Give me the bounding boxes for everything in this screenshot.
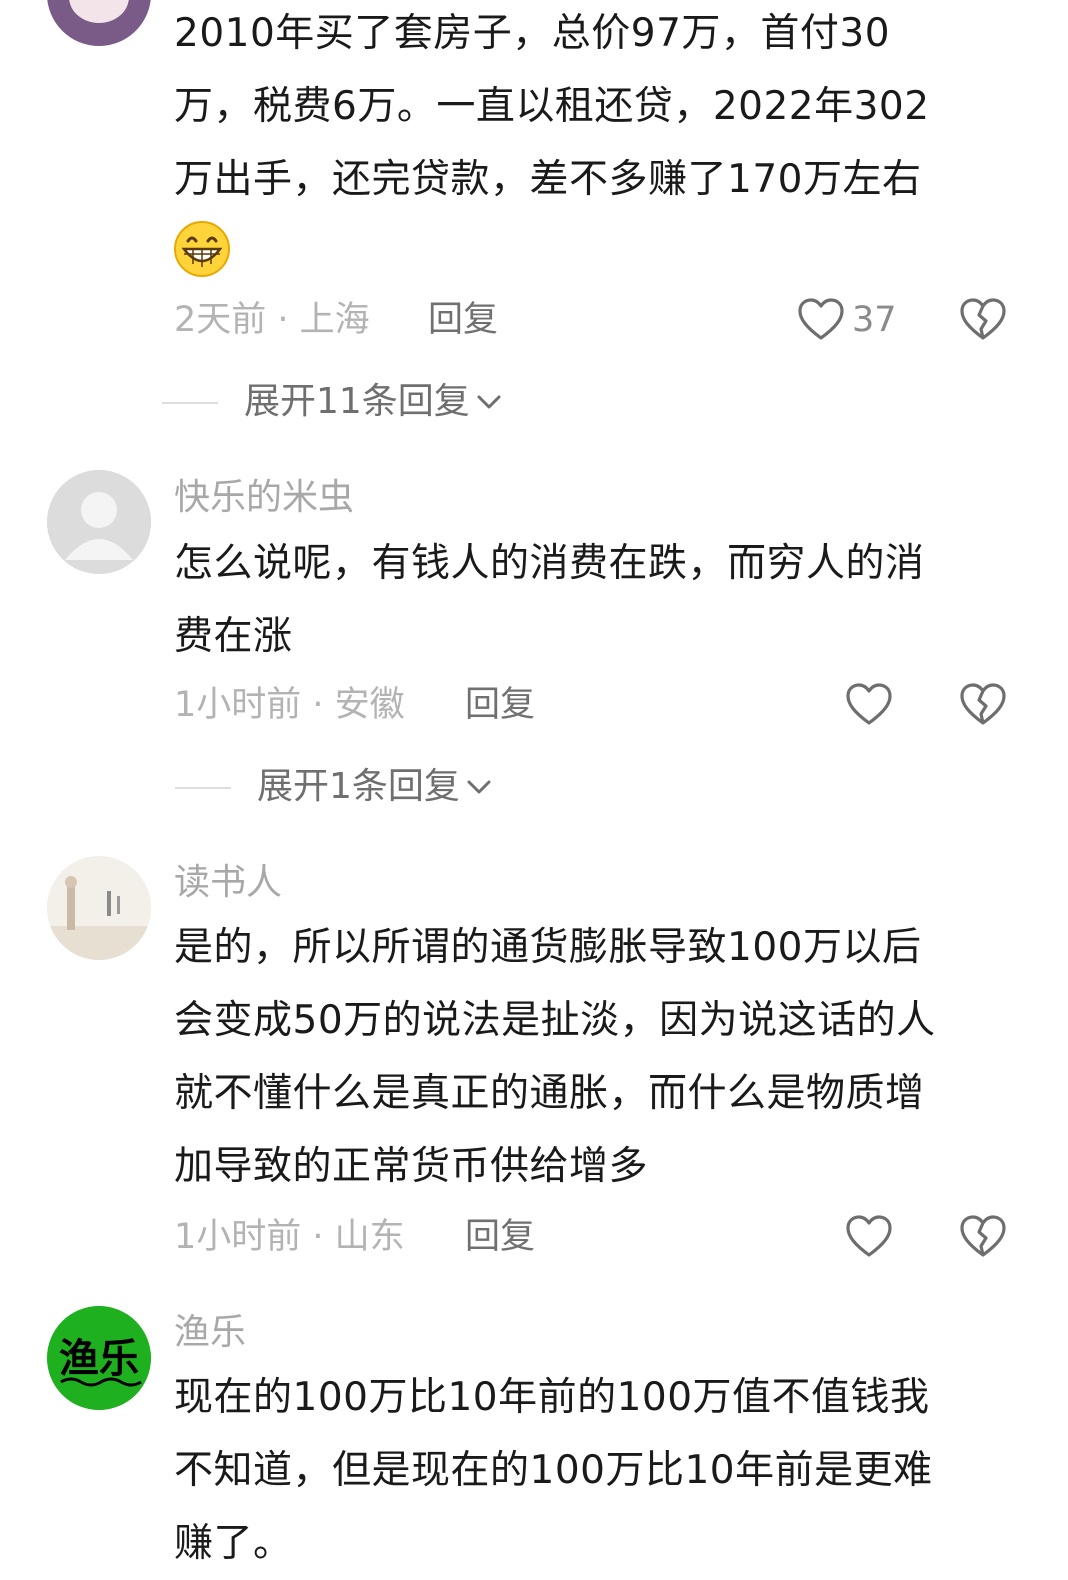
heart-outline-icon[interactable]: [796, 295, 846, 345]
expand-replies-button[interactable]: 展开11条回复: [244, 380, 504, 424]
comment-line: 万，税费6万。一直以租还贷，2022年302: [174, 84, 930, 129]
broken-heart-icon[interactable]: [958, 680, 1008, 730]
comment-text: 是的，所以所谓的通货膨胀导致100万以后 会变成50万的说法是扯淡，因为说这话的…: [174, 911, 1024, 1203]
avatar[interactable]: [47, 470, 151, 574]
comment-meta: 1小时前 · 山东: [174, 1217, 405, 1257]
like-count: 37: [852, 300, 897, 340]
comment-line: 不知道，但是现在的100万比10年前是更难: [174, 1448, 933, 1493]
divider: [162, 402, 218, 404]
comment-line: 加导致的正常货币供给增多: [174, 1144, 649, 1189]
comment-meta: 1小时前 · 安徽: [174, 685, 405, 725]
username[interactable]: 读书人: [174, 861, 282, 905]
avatar-logo: 渔乐: [47, 1306, 151, 1410]
grinning-emoji-icon: [174, 221, 230, 277]
default-user-icon: [47, 470, 151, 574]
reply-button[interactable]: 回复: [465, 683, 535, 727]
comment-line: 2010年买了套房子，总价97万，首付30: [174, 11, 891, 56]
reply-button[interactable]: 回复: [465, 1215, 535, 1259]
comment-meta: 2天前 · 上海: [174, 300, 370, 340]
comment-text: 怎么说呢，有钱人的消费在跌，而穷人的消 费在涨: [174, 527, 1024, 673]
avatar-logo-text: 渔乐: [59, 1336, 139, 1382]
avatar-photo: [47, 856, 151, 960]
comment-line: 万出手，还完贷款，差不多赚了170万左右: [174, 157, 922, 202]
chevron-down-icon: [477, 395, 501, 409]
username[interactable]: 渔乐: [174, 1311, 246, 1355]
username[interactable]: 快乐的米虫: [174, 476, 354, 520]
avatar-illustration: [47, 0, 151, 46]
comment-line: 赚了。: [174, 1521, 293, 1566]
avatar[interactable]: [47, 0, 151, 46]
avatar[interactable]: [47, 856, 151, 960]
expand-replies-label: 展开11条回复: [244, 381, 470, 422]
expand-replies-label: 展开1条回复: [257, 766, 460, 807]
comment-text: 现在的100万比10年前的100万值不值钱我 不知道，但是现在的100万比10年…: [174, 1361, 1024, 1580]
comment-line: 会变成50万的说法是扯淡，因为说这话的人: [174, 998, 936, 1043]
broken-heart-icon[interactable]: [958, 295, 1008, 345]
divider: [175, 787, 231, 789]
comment-line: 怎么说呢，有钱人的消费在跌，而穷人的消: [174, 541, 925, 586]
comment-line: 现在的100万比10年前的100万值不值钱我: [174, 1375, 930, 1420]
avatar[interactable]: 渔乐: [47, 1306, 151, 1410]
expand-replies-button[interactable]: 展开1条回复: [257, 765, 494, 809]
broken-heart-icon[interactable]: [958, 1212, 1008, 1262]
chevron-down-icon: [467, 780, 491, 794]
comment-line: 费在涨: [174, 614, 293, 659]
comment-line: 是的，所以所谓的通货膨胀导致100万以后: [174, 925, 922, 970]
heart-outline-icon[interactable]: [844, 680, 894, 730]
heart-outline-icon[interactable]: [844, 1212, 894, 1262]
comment-text: 2010年买了套房子，总价97万，首付30 万，税费6万。一直以租还贷，2022…: [174, 0, 1024, 216]
comment-line: 就不懂什么是真正的通胀，而什么是物质增: [174, 1071, 925, 1116]
reply-button[interactable]: 回复: [428, 298, 498, 342]
